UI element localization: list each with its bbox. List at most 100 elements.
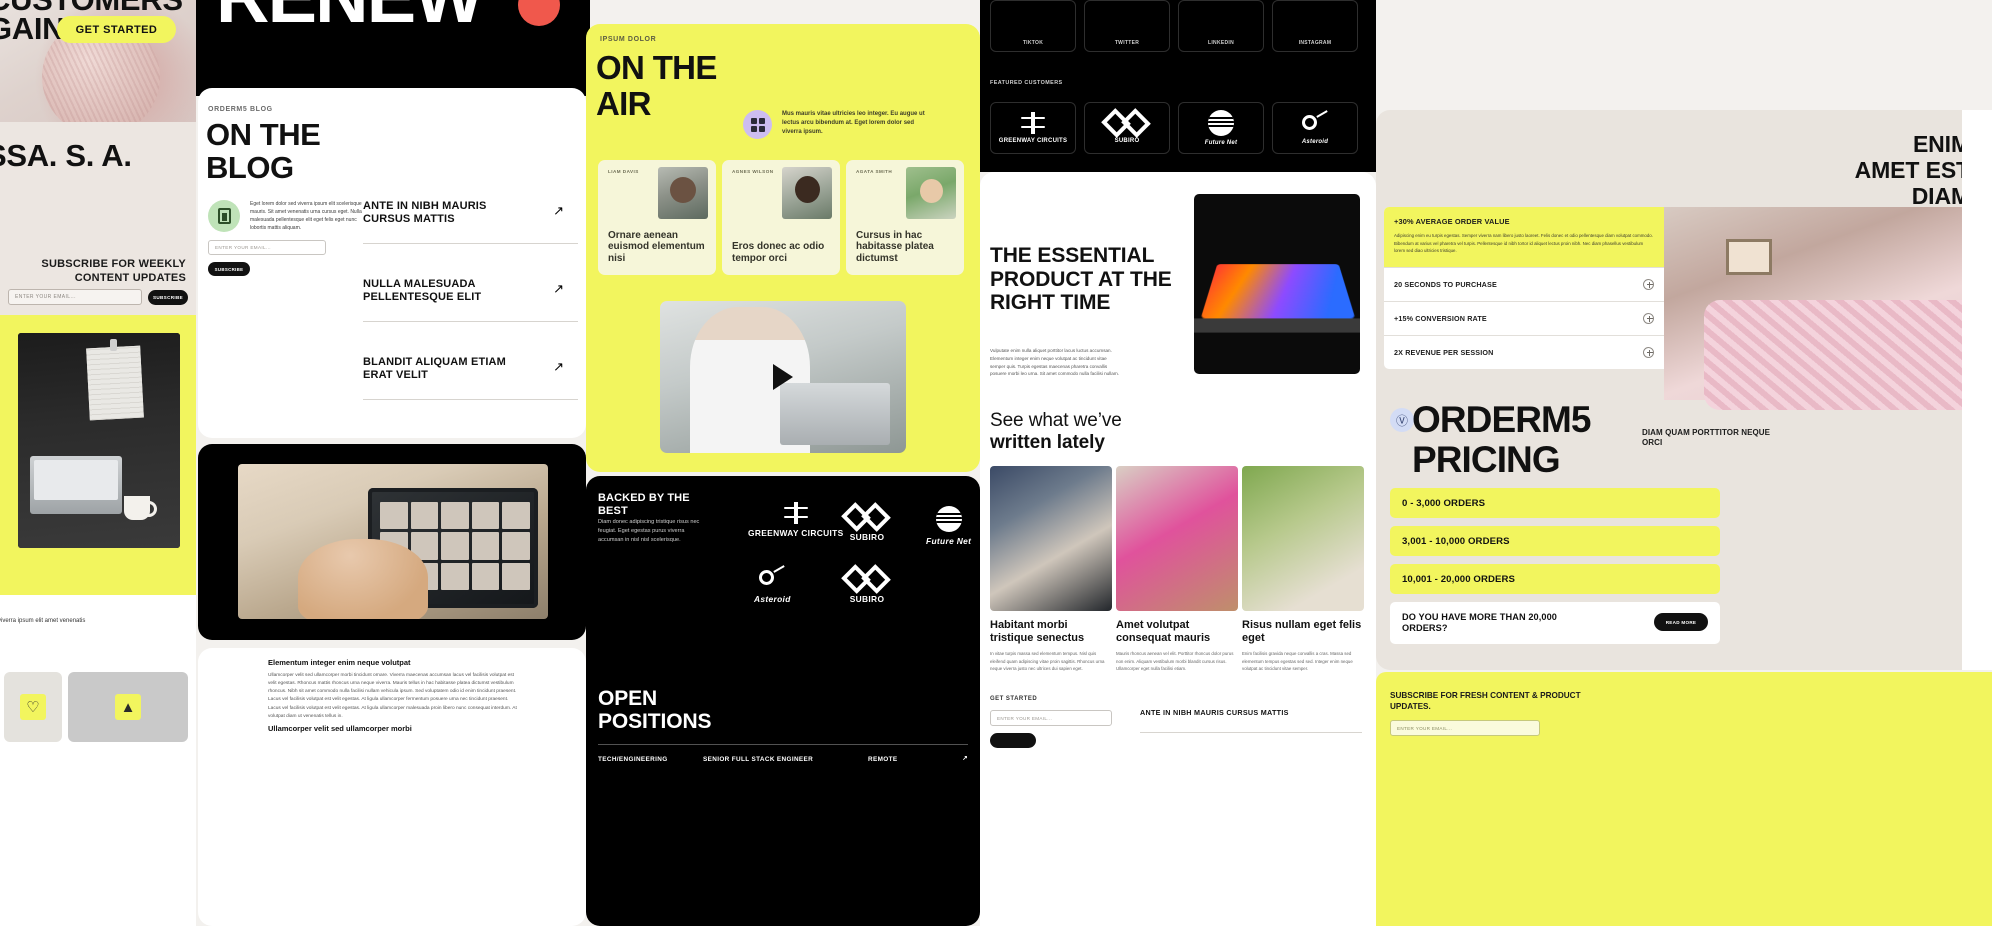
customer-logo-tile[interactable]: GREENWAY CIRCUITS — [990, 102, 1076, 154]
logo-label: Future Net — [926, 536, 972, 546]
air-card-title: Eros donec ac odio tempor orci — [732, 241, 825, 265]
post-card[interactable]: Risus nullam eget felis eget Enim facili… — [1242, 466, 1364, 673]
read-more-button[interactable]: READ MORE — [1654, 613, 1708, 631]
pricing-tier-row[interactable]: 10,001 - 20,000 ORDERS — [1390, 564, 1720, 594]
job-department: TECH/ENGINEERING — [598, 756, 668, 763]
video-player[interactable] — [660, 301, 906, 453]
get-started-button[interactable]: GET STARTED — [57, 16, 176, 43]
subscribe-heading: SUBSCRIBE FOR WEEKLY CONTENT UPDATES — [41, 258, 186, 284]
subscribe-email-field[interactable]: ENTER YOUR EMAIL... — [1390, 720, 1540, 736]
infinity-diamond-icon — [841, 502, 891, 532]
pricing-tier-row[interactable]: 0 - 3,000 ORDERS — [1390, 488, 1720, 518]
logo-subiro: SUBIRO — [841, 564, 891, 604]
logo-label: Asteroid — [1301, 138, 1329, 145]
air-card[interactable]: LIAM DAVIS Ornare aenean euismod element… — [598, 160, 716, 275]
blog-link-item[interactable]: NULLA MALESUADA PELLENTESQUE ELIT ↗ — [363, 278, 578, 322]
blog-link-item[interactable]: BLANDIT ALIQUAM ETIAM ERAT VELIT ↗ — [363, 356, 578, 400]
stat-label: +30% AVERAGE ORDER VALUE — [1394, 217, 1510, 226]
customer-logo-tile[interactable]: Asteroid — [1272, 102, 1358, 154]
pricing-title: ORDERM5 PRICING — [1412, 399, 1591, 480]
subscribe-button[interactable]: SUBSCRIBE — [148, 289, 188, 305]
email-field[interactable]: ENTER YOUR EMAIL... — [8, 289, 142, 305]
air-card[interactable]: AGNES WILSON Eros donec ac odio tempor o… — [722, 160, 840, 275]
renew-wordmark: RENEW — [216, 0, 484, 34]
customer-logo-tile[interactable]: SUBIRO — [1084, 102, 1170, 154]
blog-link-title: ANTE IN NIBH MAURIS CURSUS MATTIS — [363, 200, 487, 225]
product-photo — [1194, 194, 1360, 374]
air-blurb: Mus mauris vitae ultricies leo integer. … — [782, 111, 925, 135]
social-tile[interactable]: LINKEDIN — [1178, 0, 1264, 52]
blog-subscribe-button[interactable]: SUBSCRIBE — [208, 262, 250, 276]
pricing-more-row[interactable]: DO YOU HAVE MORE THAN 20,000 ORDERS? REA… — [1390, 602, 1720, 644]
featured-article-link[interactable]: ANTE IN NIBH MAURIS CURSUS MATTIS — [1140, 708, 1289, 717]
customer-logo-tile[interactable]: Future Net — [1178, 102, 1264, 154]
logo-asteroid: Asteroid — [754, 565, 791, 604]
pricing-tier-row[interactable]: 3,001 - 10,000 ORDERS — [1390, 526, 1720, 556]
trend-arrow-icon: ↗ — [962, 755, 968, 763]
hand — [298, 539, 428, 619]
left-paragraph: viverra ipsum elit amet venenatis — [0, 618, 86, 624]
blog-email-field[interactable]: ENTER YOUR EMAIL... — [208, 240, 326, 255]
post-card[interactable]: Amet volutpat consequat mauris Mauris rh… — [1116, 466, 1238, 673]
divider — [1140, 732, 1362, 733]
desk-paper — [86, 345, 144, 421]
divider — [363, 398, 578, 400]
far-right-panel: ENIM AMET EST DIAM +30% AVERAGE ORDER VA… — [1376, 110, 1992, 670]
social-label: INSTAGRAM — [1298, 40, 1332, 46]
social-tile[interactable]: INSTAGRAM — [1272, 0, 1358, 52]
heart-icon: ♡ — [20, 694, 46, 720]
far-right-subscribe-panel: SUBSCRIBE FOR FRESH CONTENT & PRODUCT UP… — [1376, 672, 1992, 926]
lately-title: See what we’ve written lately — [990, 410, 1122, 454]
divider — [363, 242, 578, 244]
pricing-subtitle: DIAM QUAM PORTTITOR NEQUE ORCI — [1642, 428, 1771, 448]
blog-link-item[interactable]: ANTE IN NIBH MAURIS CURSUS MATTIS ↗ — [363, 200, 578, 244]
subscribe-heading: SUBSCRIBE FOR FRESH CONTENT & PRODUCT UP… — [1390, 691, 1581, 712]
air-card[interactable]: AGATA SMITH Cursus in hac habitasse plat… — [846, 160, 964, 275]
plus-icon — [1643, 346, 1654, 358]
air-eyebrow: IPSUM DOLOR — [600, 36, 657, 43]
trend-arrow-icon: ↗ — [553, 281, 564, 296]
renew-header-panel: RENEW — [196, 0, 590, 96]
social-label: LINKEDIN — [1207, 40, 1234, 46]
lifestyle-photo — [1664, 207, 1992, 410]
logo-subiro: SUBIRO — [841, 502, 891, 542]
stat-row[interactable]: 2X REVENUE PER SESSION — [1384, 334, 1664, 369]
stat-row[interactable]: 20 SECONDS TO PURCHASE — [1384, 266, 1664, 301]
stats-accordion: +30% AVERAGE ORDER VALUE Adipiscing enim… — [1384, 207, 1664, 369]
desk-photo-card — [18, 333, 180, 548]
avatar — [658, 167, 708, 219]
stat-highlight-row[interactable]: +30% AVERAGE ORDER VALUE Adipiscing enim… — [1384, 207, 1664, 267]
asteroid-icon — [1302, 109, 1328, 135]
plus-icon — [1643, 278, 1654, 290]
tile-heart[interactable]: ♡ — [4, 672, 62, 742]
left-yellow-panel — [0, 315, 196, 595]
post-card[interactable]: Habitant morbi tristique senectus In vit… — [990, 466, 1112, 673]
logo-label: Asteroid — [754, 594, 791, 604]
job-role: SENIOR FULL STACK ENGINEER — [703, 756, 814, 763]
blog-eyebrow: ORDERM5 BLOG — [208, 106, 273, 113]
open-positions-section: OPEN POSITIONS TECH/ENGINEERING SENIOR F… — [586, 672, 980, 926]
stat-label: 2X REVENUE PER SESSION — [1394, 347, 1494, 357]
trend-arrow-icon: ↗ — [553, 359, 564, 374]
backed-title: BACKED BY THE BEST — [598, 492, 690, 518]
social-tile[interactable]: TIKTOK — [990, 0, 1076, 52]
avatar — [906, 167, 956, 219]
get-started-email-field[interactable]: ENTER YOUR EMAIL... — [990, 710, 1112, 726]
social-tile[interactable]: TWITTER — [1084, 0, 1170, 52]
lately-title-bold: written lately — [990, 432, 1105, 454]
play-icon[interactable] — [773, 364, 793, 390]
picture-frame — [1726, 239, 1772, 275]
sun-lines-icon — [1208, 109, 1234, 136]
blog-blurb: Eget lorem dolor sed viverra ipsum elit … — [250, 201, 362, 232]
written-lately-section: See what we’ve written lately Habitant m… — [980, 388, 1376, 926]
on-the-air-panel: IPSUM DOLOR ON THE AIR Mus mauris vitae … — [586, 24, 980, 472]
tile-rocket[interactable]: ▲ — [68, 672, 188, 742]
stat-paragraph: Adipiscing enim eu turpis egestas. Sempe… — [1394, 233, 1653, 254]
air-card-author: AGNES WILSON — [732, 169, 774, 174]
air-title: ON THE AIR — [596, 49, 717, 122]
get-started-submit-button[interactable] — [990, 733, 1036, 748]
stat-row[interactable]: +15% CONVERSION RATE — [1384, 300, 1664, 335]
job-row[interactable]: TECH/ENGINEERING SENIOR FULL STACK ENGIN… — [598, 755, 968, 763]
divider — [363, 320, 578, 322]
elementum-article-card: Elementum integer enim neque volutpat Ul… — [198, 648, 586, 926]
